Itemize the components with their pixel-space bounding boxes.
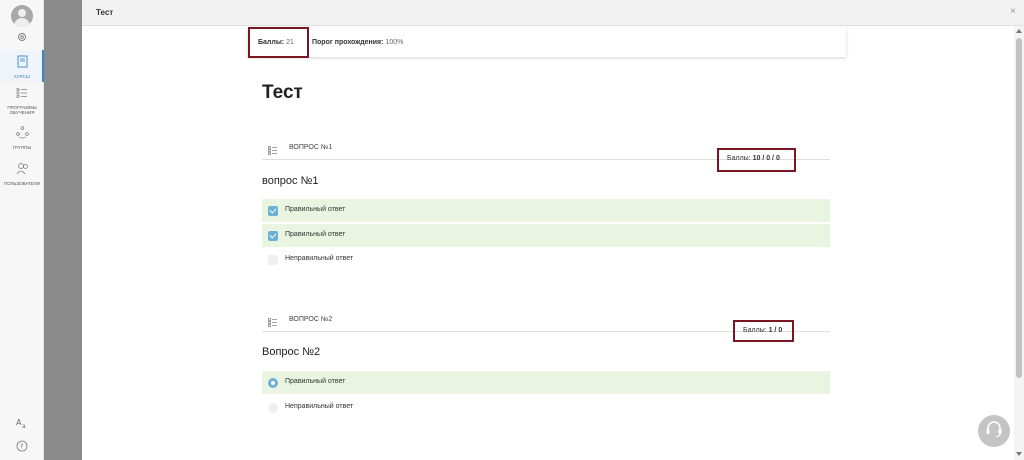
headset-icon [984,419,1004,444]
modal-title: Тест [96,8,114,17]
checkbox-unchecked-icon [268,255,278,265]
sidebar-item-label: группы [12,145,32,150]
avatar[interactable] [11,5,33,27]
question-text: вопрос №1 [262,175,319,187]
sidebar-item-users[interactable]: пользователи [0,162,44,188]
translate-icon[interactable]: Aa [0,417,44,429]
help-icon[interactable]: ? [0,440,44,452]
question-label: ВОПРОС №2 [289,316,333,323]
modal-backdrop [44,0,82,460]
score-bar: Баллы: 21 Порог прохождения: 100% [248,28,846,57]
highlight-frame [717,148,796,172]
scroll-down-arrow-icon[interactable] [1016,452,1022,456]
page-title: Тест [262,82,303,103]
scroll-thumb[interactable] [1016,38,1022,378]
threshold-value: 100% [385,39,404,46]
group-icon [15,126,29,144]
answer-option: Правильный ответ [262,224,830,247]
question-label: ВОПРОС №1 [289,144,333,151]
users-icon [16,162,29,180]
answer-option: Неправильный ответ [262,396,830,419]
question-list-icon [268,315,278,327]
answer-text: Неправильный ответ [285,403,354,410]
sidebar-item-label: пользователи [3,181,41,186]
answer-option: Правильный ответ [262,371,830,394]
settings-icon[interactable] [0,32,44,42]
answer-text: Неправильный ответ [285,255,354,262]
sidebar-item-programs[interactable]: программы обучения [0,86,44,118]
support-chat-button[interactable] [978,415,1010,447]
app-sidebar: курсы программы обучения группы пользова… [0,0,44,460]
sidebar-item-label: курсы [14,74,30,79]
checkbox-checked-icon [268,231,278,241]
sidebar-item-groups[interactable]: группы [0,126,44,152]
answer-text: Правильный ответ [285,378,346,385]
close-icon[interactable]: × [1010,6,1016,17]
pass-threshold: Порог прохождения: 100% [312,39,403,46]
radio-selected-icon [268,378,278,388]
list-icon [16,86,28,104]
radio-unselected-icon [268,403,278,413]
svg-text:?: ? [20,443,24,451]
modal-header: Тест × [82,0,1024,26]
question-text: Вопрос №2 [262,346,321,358]
sidebar-item-label: программы обучения [7,105,37,115]
highlight-frame [248,27,309,58]
answer-text: Правильный ответ [285,231,346,238]
sidebar-item-courses[interactable]: курсы [0,50,44,82]
answer-text: Правильный ответ [285,206,346,213]
threshold-label: Порог прохождения: [312,39,384,46]
checkbox-checked-icon [268,206,278,216]
highlight-frame [733,320,794,342]
answer-option: Правильный ответ [262,199,830,222]
scroll-up-arrow-icon[interactable] [1016,29,1022,33]
vertical-scrollbar[interactable] [1014,26,1024,460]
book-icon [17,55,28,73]
svg-text:a: a [22,423,26,429]
answer-option: Неправильный ответ [262,248,830,271]
test-modal: Тест × Баллы: 21 Порог прохождения: 100%… [82,0,1024,460]
question-list-icon [268,143,278,155]
